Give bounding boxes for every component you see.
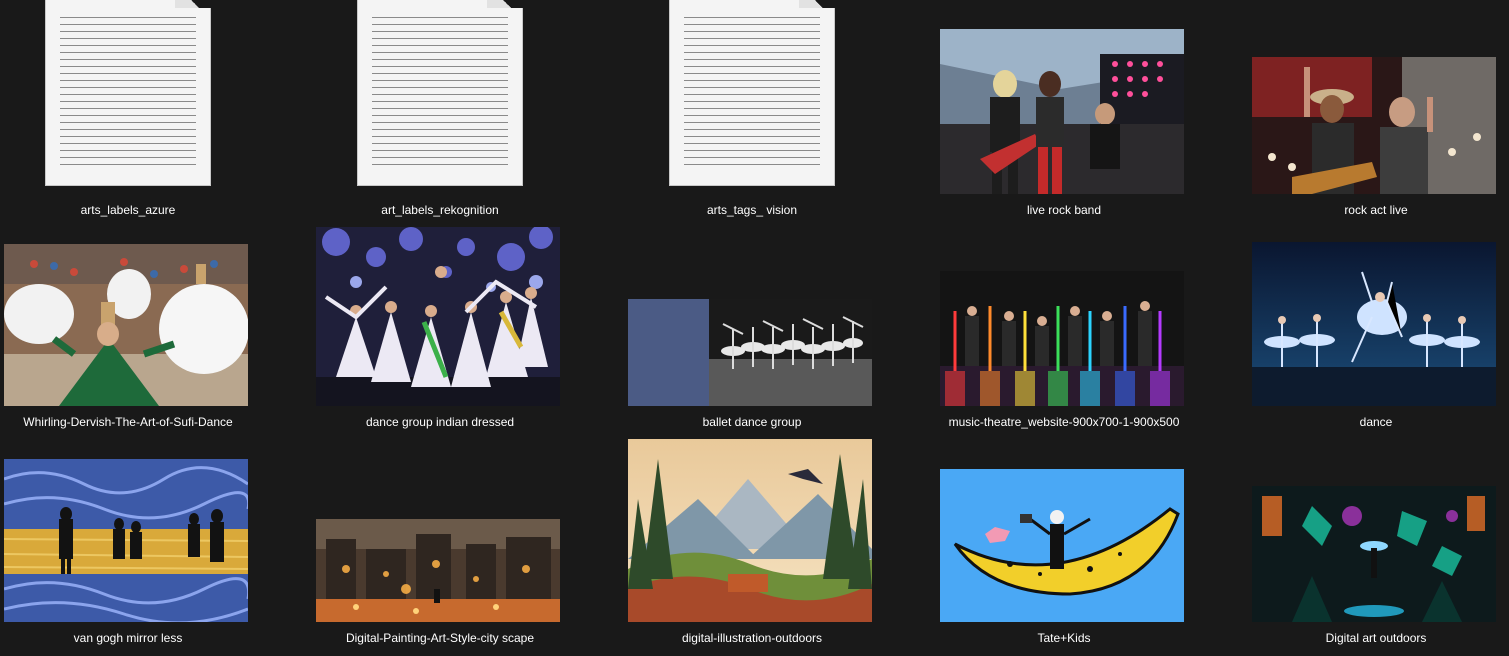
file-name-label: arts_labels_azure — [80, 203, 176, 217]
image-thumbnail — [316, 227, 560, 406]
file-name-label: Tate+Kids — [1037, 631, 1091, 645]
image-thumbnail — [4, 244, 248, 406]
text-document-icon — [357, 0, 523, 186]
file-name-label: art_labels_rekognition — [381, 203, 499, 217]
image-thumbnail — [628, 439, 872, 622]
file-name-label: Whirling-Dervish-The-Art-of-Sufi-Dance — [23, 415, 233, 429]
file-name-label: live rock band — [1026, 203, 1102, 217]
image-thumbnail — [316, 519, 560, 622]
text-document-icon — [45, 0, 211, 186]
file-name-label: dance group indian dressed — [365, 415, 515, 429]
file-name-label: van gogh mirror less — [73, 631, 183, 645]
file-name-label: digital-illustration-outdoors — [681, 631, 823, 645]
file-name-label: Digital art outdoors — [1325, 631, 1427, 645]
image-thumbnail — [940, 29, 1184, 194]
file-name-label: arts_tags_ vision — [706, 203, 798, 217]
image-thumbnail — [1252, 486, 1496, 622]
file-name-label: Digital-Painting-Art-Style-city scape — [345, 631, 535, 645]
file-name-label: rock act live — [1344, 203, 1408, 217]
file-name-label: dance — [1359, 415, 1393, 429]
image-thumbnail — [940, 469, 1184, 622]
image-thumbnail — [1252, 57, 1496, 194]
text-document-icon — [669, 0, 835, 186]
image-thumbnail — [628, 299, 872, 406]
image-thumbnail — [940, 271, 1184, 406]
file-name-label: ballet dance group — [702, 415, 802, 429]
file-name-label: music-theatre_website-900x700-1-900x500 — [948, 415, 1180, 429]
file-grid: arts_labels_azure art_labels_rekognition… — [0, 0, 1509, 656]
image-thumbnail — [1252, 242, 1496, 406]
image-thumbnail — [4, 459, 248, 622]
